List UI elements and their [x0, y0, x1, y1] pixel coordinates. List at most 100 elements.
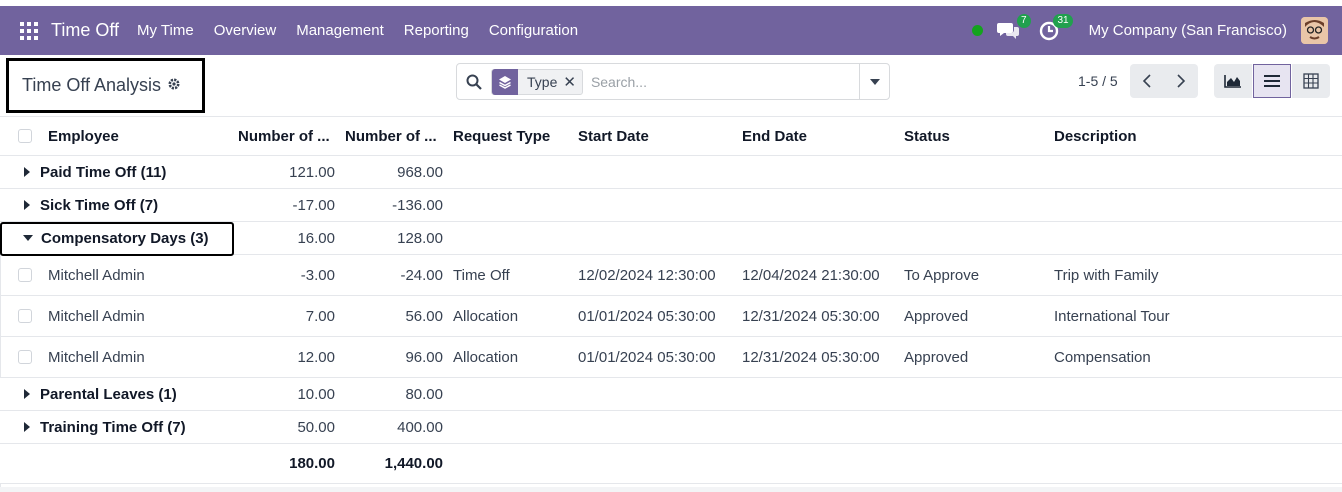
- group-days: 16.00: [297, 229, 335, 247]
- table-footer-totals: 180.00 1,440.00: [0, 444, 1342, 484]
- table-grid-icon: [1303, 73, 1319, 89]
- layers-icon: [492, 68, 518, 95]
- group-row-parental-leaves[interactable]: Parental Leaves (1) 10.00 80.00: [0, 378, 1342, 411]
- chevron-right-icon: [1177, 74, 1186, 88]
- group-hours: 80.00: [405, 385, 443, 403]
- search-options-toggle[interactable]: [859, 64, 889, 99]
- column-request-type[interactable]: Request Type: [453, 117, 550, 155]
- group-by-facet: Type ✕: [491, 68, 583, 95]
- cell-start-date: 01/01/2024 05:30:00: [578, 307, 716, 325]
- caret-right-icon: [24, 200, 30, 210]
- cell-end-date: 12/31/2024 05:30:00: [742, 307, 880, 325]
- cell-end-date: 12/04/2024 21:30:00: [742, 266, 880, 284]
- pager-previous-button[interactable]: [1130, 64, 1164, 98]
- top-navbar: Time Off My Time Overview Management Rep…: [0, 6, 1342, 55]
- group-label: Parental Leaves (1): [40, 385, 177, 403]
- column-number-of-hours[interactable]: Number of ...: [345, 117, 437, 155]
- search-icon[interactable]: [457, 74, 491, 90]
- menu-management[interactable]: Management: [286, 22, 394, 39]
- activities-count-badge: 31: [1053, 13, 1073, 28]
- group-row-paid-time-off[interactable]: Paid Time Off (11) 121.00 968.00: [0, 156, 1342, 189]
- row-checkbox[interactable]: [18, 255, 32, 295]
- cell-days: 7.00: [305, 307, 335, 325]
- cell-description: Compensation: [1054, 348, 1151, 366]
- cell-start-date: 01/01/2024 05:30:00: [578, 348, 716, 366]
- row-checkbox[interactable]: [18, 296, 32, 336]
- app-name[interactable]: Time Off: [51, 20, 119, 41]
- group-hours: 968.00: [397, 163, 443, 181]
- column-status[interactable]: Status: [904, 117, 950, 155]
- group-label: Paid Time Off (11): [40, 163, 167, 181]
- cell-hours: 56.00: [405, 307, 443, 325]
- pager-value[interactable]: 1-5 / 5: [1078, 73, 1118, 89]
- caret-down-icon: [23, 235, 33, 241]
- pager-next-button[interactable]: [1164, 64, 1198, 98]
- caret-right-icon: [24, 389, 30, 399]
- cell-request-type: Allocation: [453, 307, 519, 325]
- row-checkbox[interactable]: [18, 337, 32, 377]
- column-description[interactable]: Description: [1054, 117, 1137, 155]
- menu-reporting[interactable]: Reporting: [394, 22, 479, 39]
- group-days: -17.00: [292, 196, 335, 214]
- group-row-training-time-off[interactable]: Training Time Off (7) 50.00 400.00: [0, 411, 1342, 444]
- group-row-sick-time-off[interactable]: Sick Time Off (7) -17.00 -136.00: [0, 189, 1342, 222]
- cell-employee: Mitchell Admin: [48, 307, 145, 325]
- online-status-icon: [971, 25, 983, 36]
- app-menu-icon[interactable]: [20, 21, 38, 40]
- messages-icon[interactable]: 7: [996, 13, 1031, 42]
- group-days: 121.00: [289, 163, 335, 181]
- breadcrumb: Time Off Analysis: [6, 58, 205, 113]
- total-hours: 1,440.00: [384, 455, 443, 472]
- column-employee[interactable]: Employee: [48, 117, 119, 155]
- cell-status: To Approve: [904, 266, 980, 284]
- cell-request-type: Allocation: [453, 348, 519, 366]
- group-hours: 400.00: [397, 418, 443, 436]
- cell-description: International Tour: [1054, 307, 1170, 325]
- facet-label: Type: [527, 73, 558, 90]
- cell-employee: Mitchell Admin: [48, 348, 145, 366]
- table-row[interactable]: Mitchell Admin -3.00 -24.00 Time Off 12/…: [0, 255, 1342, 296]
- cell-start-date: 12/02/2024 12:30:00: [578, 266, 716, 284]
- page-title: Time Off Analysis: [22, 75, 162, 95]
- column-number-of-days[interactable]: Number of ...: [238, 117, 330, 155]
- cell-request-type: Time Off: [453, 266, 510, 284]
- user-avatar[interactable]: [1301, 17, 1328, 44]
- main-menu: My Time Overview Management Reporting Co…: [127, 22, 588, 39]
- group-label: Sick Time Off (7): [40, 196, 159, 214]
- menu-my-time[interactable]: My Time: [127, 22, 204, 39]
- time-off-table: Employee Number of ... Number of ... Req…: [0, 117, 1342, 484]
- table-row[interactable]: Mitchell Admin 7.00 56.00 Allocation 01/…: [0, 296, 1342, 337]
- cell-days: 12.00: [297, 348, 335, 366]
- cell-description: Trip with Family: [1054, 266, 1159, 284]
- bottom-strip: [0, 487, 1342, 492]
- caret-right-icon: [24, 167, 30, 177]
- menu-overview[interactable]: Overview: [204, 22, 287, 39]
- messages-count-badge: 7: [1017, 13, 1031, 28]
- facet-remove-icon[interactable]: ✕: [563, 73, 582, 91]
- cell-hours: -24.00: [400, 266, 443, 284]
- table-row[interactable]: Mitchell Admin 12.00 96.00 Allocation 01…: [0, 337, 1342, 378]
- search-bar: Type ✕: [456, 63, 890, 100]
- cell-hours: 96.00: [405, 348, 443, 366]
- total-days: 180.00: [289, 455, 335, 472]
- cell-days: -3.00: [300, 266, 335, 284]
- pivot-view-button[interactable]: [1292, 64, 1330, 98]
- area-chart-icon: [1224, 75, 1241, 88]
- group-row-compensatory-days[interactable]: Compensatory Days (3) 16.00 128.00: [0, 222, 1342, 256]
- cell-employee: Mitchell Admin: [48, 266, 145, 284]
- select-all-checkbox[interactable]: [18, 117, 32, 155]
- gear-icon[interactable]: [167, 77, 181, 94]
- group-days: 50.00: [297, 418, 335, 436]
- activities-clock-icon[interactable]: 31: [1039, 13, 1073, 42]
- chevron-left-icon: [1142, 74, 1151, 88]
- graph-view-button[interactable]: [1214, 64, 1252, 98]
- cell-status: Approved: [904, 307, 969, 325]
- column-start-date[interactable]: Start Date: [578, 117, 649, 155]
- column-end-date[interactable]: End Date: [742, 117, 807, 155]
- group-days: 10.00: [297, 385, 335, 403]
- search-input[interactable]: [590, 73, 851, 90]
- navbar-systray: 7 31 My Company (San Francisco): [971, 6, 1342, 55]
- menu-configuration[interactable]: Configuration: [479, 22, 588, 39]
- list-view-button[interactable]: [1253, 64, 1291, 98]
- company-switcher[interactable]: My Company (San Francisco): [1089, 22, 1287, 39]
